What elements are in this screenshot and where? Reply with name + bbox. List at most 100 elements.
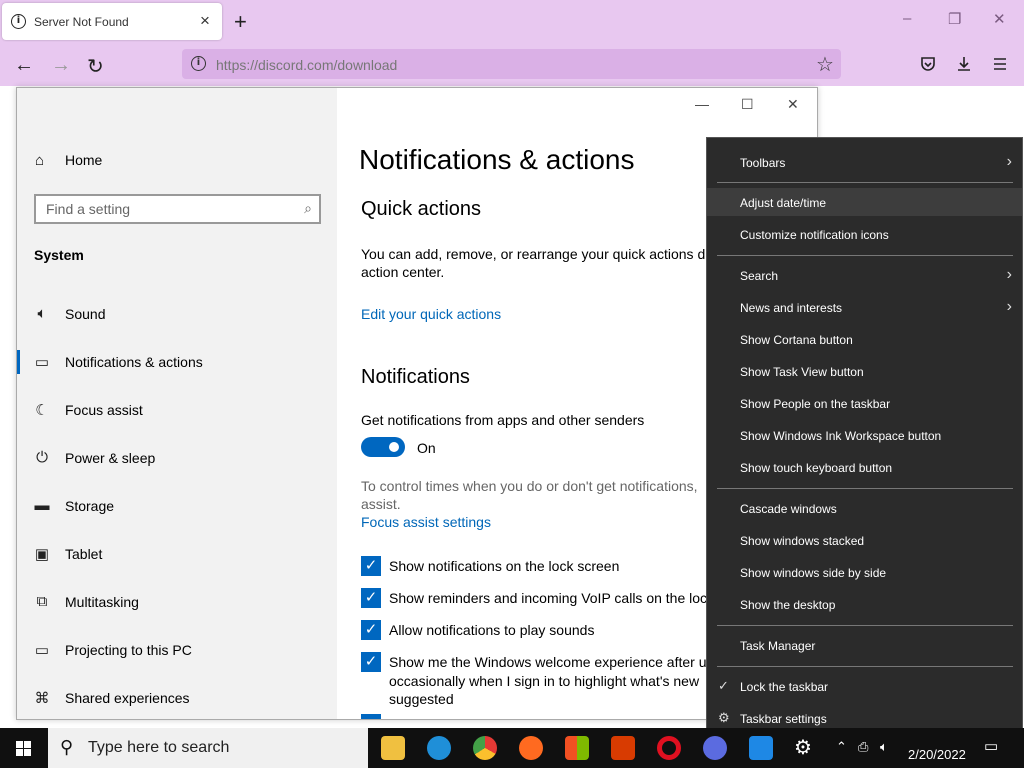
taskbar-context-menu: Toolbars › Adjust date/time Customize no… bbox=[706, 137, 1023, 742]
settings-maximize-button[interactable]: ☐ bbox=[741, 96, 754, 113]
restore-button[interactable]: ❐ bbox=[948, 10, 961, 28]
menu-item-cascade-windows[interactable]: Cascade windows bbox=[707, 494, 1022, 522]
menu-item-toolbars[interactable]: Toolbars › bbox=[707, 148, 1022, 176]
sidebar-item-notifications[interactable]: ▭ Notifications & actions bbox=[17, 342, 337, 382]
notification-icon: ▭ bbox=[34, 354, 50, 371]
menu-icon[interactable] bbox=[991, 55, 1009, 78]
menu-item-label: Lock the taskbar bbox=[740, 680, 829, 694]
control-times-line2: assist. bbox=[361, 496, 401, 512]
clock-date[interactable]: 2/20/2022 bbox=[908, 747, 966, 762]
sounds-checkbox[interactable]: ✓ bbox=[361, 620, 381, 640]
opera-icon[interactable] bbox=[657, 736, 681, 760]
chrome-icon[interactable] bbox=[473, 736, 497, 760]
checkbox-label: Allow notifications to play sounds bbox=[389, 622, 595, 638]
welcome-experience-checkbox[interactable]: ✓ bbox=[361, 652, 381, 672]
sidebar-item-label: Tablet bbox=[65, 546, 103, 562]
sidebar-item-projecting[interactable]: ▭ Projecting to this PC bbox=[17, 630, 337, 670]
taskbar-search-box[interactable]: ⚲ Type here to search bbox=[48, 728, 368, 768]
store-icon[interactable] bbox=[565, 736, 589, 760]
sidebar-item-label: Projecting to this PC bbox=[65, 642, 192, 658]
action-center-icon[interactable]: ▭ bbox=[984, 737, 998, 755]
find-setting-input[interactable]: Find a setting ⌕ bbox=[34, 194, 321, 224]
menu-item-label: Show Task View button bbox=[740, 365, 864, 379]
url-text[interactable]: https://discord.com/download bbox=[216, 57, 397, 73]
back-icon[interactable]: ← bbox=[14, 54, 34, 77]
settings-minimize-button[interactable]: — bbox=[695, 96, 709, 112]
page-title: Notifications & actions bbox=[359, 144, 635, 175]
control-times-line1: To control times when you do or don't ge… bbox=[361, 478, 698, 494]
downloads-icon[interactable] bbox=[955, 55, 973, 78]
gear-icon: ⚙ bbox=[718, 710, 730, 725]
menu-item-label: Search bbox=[740, 269, 779, 283]
menu-separator bbox=[717, 488, 1013, 489]
menu-item-show-people[interactable]: Show People on the taskbar bbox=[707, 389, 1022, 417]
url-bar[interactable]: i https://discord.com/download ☆ bbox=[182, 49, 841, 79]
menu-item-show-cortana[interactable]: Show Cortana button bbox=[707, 325, 1022, 353]
menu-item-show-touch-keyboard[interactable]: Show touch keyboard button bbox=[707, 453, 1022, 481]
volume-icon[interactable]: 🔈︎ bbox=[880, 739, 888, 755]
sidebar-item-storage[interactable]: ▬ Storage bbox=[17, 486, 337, 526]
notifications-toggle[interactable] bbox=[361, 437, 405, 457]
menu-separator bbox=[717, 666, 1013, 667]
close-button[interactable]: ✕ bbox=[993, 10, 1006, 28]
browser-tab[interactable]: i Server Not Found × bbox=[2, 3, 222, 40]
checkbox-label-line3: suggested bbox=[389, 691, 454, 707]
menu-item-lock-taskbar[interactable]: ✓ Lock the taskbar bbox=[707, 672, 1022, 700]
office-icon[interactable] bbox=[611, 736, 635, 760]
find-setting-placeholder: Find a setting bbox=[46, 201, 131, 217]
sidebar-item-label: Sound bbox=[65, 306, 106, 322]
checkmark-icon: ✓ bbox=[718, 678, 729, 693]
sidebar-item-shared[interactable]: ⌘ Shared experiences bbox=[17, 678, 337, 718]
windows-logo-icon bbox=[16, 741, 31, 756]
sidebar-item-power[interactable]: ⏻ Power & sleep bbox=[17, 438, 337, 478]
reload-icon[interactable]: ↻ bbox=[87, 54, 104, 79]
home-link[interactable]: ⌂ Home bbox=[35, 152, 102, 169]
star-icon[interactable]: ☆ bbox=[816, 52, 834, 77]
home-icon: ⌂ bbox=[35, 152, 45, 169]
forward-icon[interactable]: → bbox=[51, 54, 71, 77]
site-info-icon[interactable]: i bbox=[191, 56, 206, 71]
tab-close-icon[interactable]: × bbox=[200, 11, 210, 31]
settings-close-button[interactable]: ✕ bbox=[787, 96, 799, 113]
sidebar-item-focus-assist[interactable]: ☾ Focus assist bbox=[17, 390, 337, 430]
projecting-icon: ▭ bbox=[34, 642, 50, 659]
mail-icon[interactable] bbox=[749, 736, 773, 760]
lock-screen-checkbox[interactable]: ✓ bbox=[361, 556, 381, 576]
start-button[interactable] bbox=[0, 728, 48, 768]
menu-item-adjust-date-time[interactable]: Adjust date/time bbox=[707, 188, 1022, 216]
browser-tab-strip: i Server Not Found × + – ❐ ✕ bbox=[0, 0, 1024, 44]
menu-item-show-desktop[interactable]: Show the desktop bbox=[707, 590, 1022, 618]
menu-item-label: News and interests bbox=[740, 301, 843, 315]
menu-item-show-ink-workspace[interactable]: Show Windows Ink Workspace button bbox=[707, 421, 1022, 449]
teams-icon[interactable] bbox=[703, 736, 727, 760]
pocket-icon[interactable] bbox=[919, 55, 937, 78]
reminders-checkbox[interactable]: ✓ bbox=[361, 588, 381, 608]
shared-icon: ⌘ bbox=[34, 690, 50, 707]
menu-item-show-task-view[interactable]: Show Task View button bbox=[707, 357, 1022, 385]
focus-assist-settings-link[interactable]: Focus assist settings bbox=[361, 514, 491, 530]
sidebar-item-sound[interactable]: 🔈︎ Sound bbox=[17, 294, 337, 334]
chevron-up-icon[interactable]: ⌃ bbox=[836, 739, 847, 755]
menu-item-task-manager[interactable]: Task Manager bbox=[707, 631, 1022, 659]
quick-actions-description-line1: You can add, remove, or rearrange your q… bbox=[361, 246, 709, 262]
firefox-icon[interactable] bbox=[519, 736, 543, 760]
menu-item-news-and-interests[interactable]: News and interests › bbox=[707, 293, 1022, 321]
edge-icon[interactable] bbox=[427, 736, 451, 760]
edit-quick-actions-link[interactable]: Edit your quick actions bbox=[361, 306, 501, 322]
next-checkbox[interactable] bbox=[361, 714, 381, 719]
menu-item-label: Toolbars bbox=[740, 156, 786, 170]
menu-item-show-windows-stacked[interactable]: Show windows stacked bbox=[707, 526, 1022, 554]
minimize-button[interactable]: – bbox=[903, 10, 911, 27]
settings-icon[interactable]: ⚙ bbox=[794, 735, 812, 760]
menu-item-show-windows-side-by-side[interactable]: Show windows side by side bbox=[707, 558, 1022, 586]
new-tab-button[interactable]: + bbox=[234, 9, 247, 35]
sidebar-item-label: Storage bbox=[65, 498, 115, 514]
menu-item-customize-notification-icons[interactable]: Customize notification icons bbox=[707, 220, 1022, 248]
menu-item-search[interactable]: Search › bbox=[707, 261, 1022, 289]
menu-item-label: Show touch keyboard button bbox=[740, 461, 893, 475]
file-explorer-icon[interactable] bbox=[381, 736, 405, 760]
sidebar-item-multitasking[interactable]: ⧉ Multitasking bbox=[17, 582, 337, 622]
tablet-icon: ▣ bbox=[34, 546, 50, 563]
network-icon[interactable]: ⎙ bbox=[858, 739, 868, 755]
sidebar-item-tablet[interactable]: ▣ Tablet bbox=[17, 534, 337, 574]
